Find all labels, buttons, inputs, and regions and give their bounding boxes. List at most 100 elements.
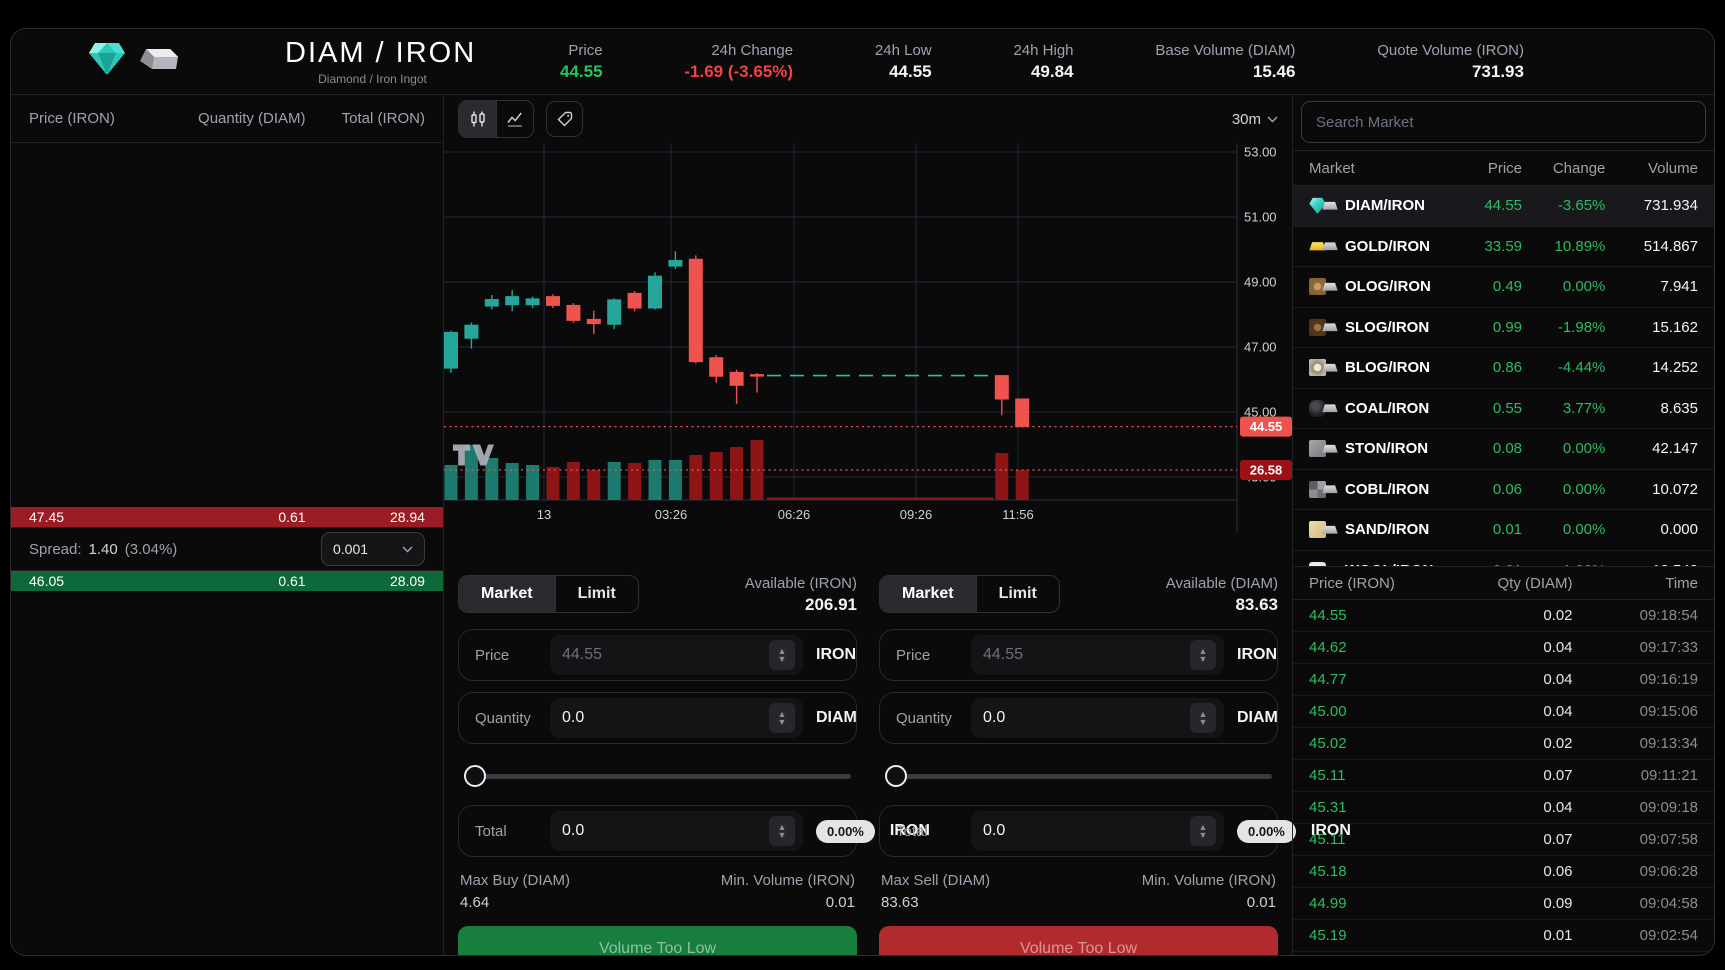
sell-quantity-row: Quantity ▲▼ DIAM [879,692,1278,744]
sell-submit-button[interactable]: Volume Too Low [879,926,1278,956]
stat-label: Price [560,42,603,59]
market-change: 0.00% [1522,521,1605,538]
trade-history-list: 44.550.0209:18:5444.620.0409:17:3344.770… [1293,600,1714,955]
market-change: -3.65% [1522,197,1605,214]
price-col: Price [1453,160,1522,177]
buy-total-stepper[interactable]: ▲▼ [769,816,795,846]
market-volume: 15.162 [1605,319,1698,336]
market-row[interactable]: OLOG/IRON0.490.00%7.941 [1293,267,1714,308]
volume-bar [995,453,1008,500]
trade-qty: 0.04 [1447,671,1572,688]
bid-row[interactable]: 46.050.6128.09 [11,571,443,591]
trade-qty: 0.04 [1447,703,1572,720]
sell-price-input[interactable] [983,646,1190,664]
market-row[interactable]: COBL/IRON0.060.00%10.072 [1293,470,1714,511]
time-axis-label: 11:56 [1002,507,1034,522]
price-chart[interactable]: 1303:2606:2609:2611:5653.0051.0049.0047.… [444,143,1292,533]
market-row[interactable]: SLOG/IRON0.99-1.98%15.162 [1293,308,1714,349]
market-volume: 514.867 [1605,238,1698,255]
sell-quantity-stepper[interactable]: ▲▼ [1190,703,1216,733]
market-price: 0.06 [1453,481,1522,498]
buy-available-value: 206.91 [745,595,857,615]
trade-row: 45.110.0709:11:21 [1293,760,1714,792]
interval-dropdown[interactable]: 30m [1232,111,1278,128]
volume-col: Volume [1605,160,1698,177]
trade-price: 44.62 [1309,639,1447,656]
ask-row[interactable]: 47.450.6128.94 [11,507,443,527]
sell-quantity-input[interactable] [983,709,1190,727]
markets-panel: Market Price Change Volume DIAM/IRON44.5… [1292,95,1714,955]
spread-label: Spread: [29,541,82,558]
market-row[interactable]: BLOG/IRON0.86-4.44%14.252 [1293,348,1714,389]
buy-min-volume-value: 0.01 [721,894,855,911]
market-price: 0.55 [1453,400,1522,417]
header-stat: Base Volume (DIAM)15.46 [1155,42,1295,82]
trade-row: 44.770.0409:16:19 [1293,664,1714,696]
buy-min-volume-label: Min. Volume (IRON) [721,872,855,889]
sell-amount-slider[interactable] [885,765,1272,787]
tick-size-select[interactable]: 0.001 [321,532,425,566]
diamond-icon [86,40,128,83]
buy-quantity-stepper[interactable]: ▲▼ [769,703,795,733]
candle [1016,399,1029,427]
header-stat: Price44.55 [560,42,603,82]
market-pair: COAL/IRON [1309,400,1453,417]
trade-price: 44.77 [1309,671,1447,688]
sell-total-stepper[interactable]: ▲▼ [1190,816,1216,846]
sell-tab-market[interactable]: Market [880,576,976,612]
candle [649,276,662,308]
market-row[interactable]: DIAM/IRON44.55-3.65%731.934 [1293,186,1714,227]
stat-label: Quote Volume (IRON) [1377,42,1524,59]
market-price: 44.55 [1453,197,1522,214]
market-row[interactable]: GOLD/IRON33.5910.89%514.867 [1293,227,1714,268]
app-window: DIAM / IRON Diamond / Iron Ingot Price44… [10,28,1715,956]
price-tag-button[interactable] [546,101,583,137]
candle [669,261,682,267]
market-row[interactable]: WOOL/IRON0.01-1.00%12.542 [1293,551,1714,567]
market-col: Market [1309,160,1453,177]
change-col: Change [1522,160,1605,177]
buy-order-type-tabs: Market Limit [458,575,639,613]
cobblestone-icon [1309,481,1326,498]
candlestick-chart-button[interactable] [459,101,496,137]
buy-slider-handle[interactable] [464,765,486,787]
sell-price-row: Price ▲▼ IRON [879,629,1278,681]
trade-row: 45.110.0709:07:58 [1293,824,1714,856]
buy-price-stepper[interactable]: ▲▼ [769,640,795,670]
line-chart-button[interactable] [496,101,533,137]
volume-bar [587,470,600,500]
trade-history-header: Price (IRON) Qty (DIAM) Time [1293,566,1714,600]
market-row[interactable]: STON/IRON0.080.00%42.147 [1293,429,1714,470]
sell-total-input[interactable] [983,822,1190,840]
candle [730,372,743,385]
sell-slider-handle[interactable] [885,765,907,787]
candle [445,332,458,368]
sell-min-volume-value: 0.01 [1142,894,1276,911]
market-name: BLOG/IRON [1345,359,1430,376]
trade-row: 45.310.0409:09:18 [1293,792,1714,824]
buy-tab-market[interactable]: Market [459,576,555,612]
market-row[interactable]: COAL/IRON0.553.77%8.635 [1293,389,1714,430]
buy-tab-limit[interactable]: Limit [555,576,638,612]
market-row[interactable]: SAND/IRON0.010.00%0.000 [1293,510,1714,551]
search-market-input[interactable] [1301,101,1706,143]
buy-price-input[interactable] [562,646,769,664]
sell-quantity-label: Quantity [896,710,958,727]
buy-total-input[interactable] [562,822,769,840]
asks-list: 47.450.6128.94 [11,507,443,527]
buy-submit-button[interactable]: Volume Too Low [458,926,857,956]
market-pair: GOLD/IRON [1309,238,1453,255]
order-book-panel: Price (IRON) Quantity (DIAM) Total (IRON… [11,95,444,955]
buy-quantity-input[interactable] [562,709,769,727]
trade-qty: 0.02 [1447,735,1572,752]
market-change: 0.00% [1522,278,1605,295]
sell-price-stepper[interactable]: ▲▼ [1190,640,1216,670]
candle [547,297,560,306]
sand-icon [1309,521,1326,538]
buy-price-row: Price ▲▼ IRON [458,629,857,681]
time-axis-label: 09:26 [900,507,933,522]
sell-available-label: Available (DIAM) [1166,575,1278,592]
sell-tab-limit[interactable]: Limit [976,576,1059,612]
buy-price-label: Price [475,647,537,664]
buy-amount-slider[interactable] [464,765,851,787]
